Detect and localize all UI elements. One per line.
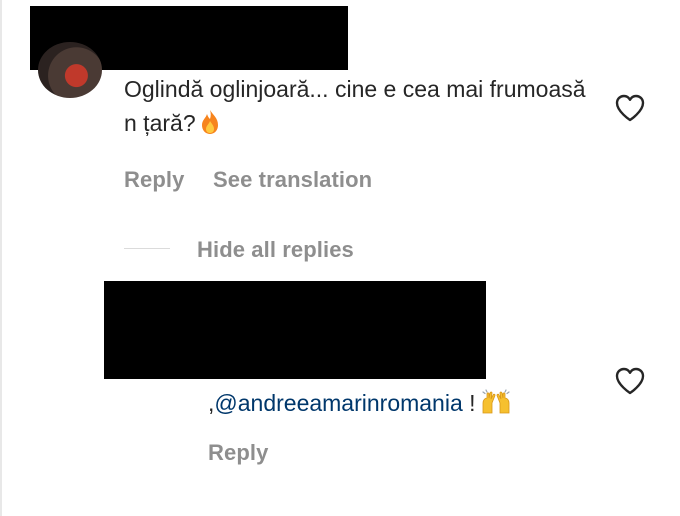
comment-body: Oglindă oglinjoară... cine e cea mai fru… (124, 72, 594, 144)
hide-replies-button[interactable]: Hide all replies (197, 237, 354, 263)
reply-like-heart-icon[interactable] (614, 366, 646, 401)
see-translation-button[interactable]: See translation (213, 167, 372, 193)
reply-suffix: ! (462, 390, 476, 416)
like-heart-icon[interactable] (614, 93, 646, 128)
reply-reply-button[interactable]: Reply (208, 440, 268, 466)
avatar[interactable] (38, 42, 102, 98)
comments-panel: Oglindă oglinjoară... cine e cea mai fru… (0, 0, 680, 516)
comment-text: Oglindă oglinjoară... cine e cea mai fru… (124, 76, 586, 136)
reply-body: ,@andreeamarinromania ! (208, 386, 512, 424)
redacted-reply-author (104, 281, 486, 379)
fire-emoji-icon (200, 109, 220, 144)
mention-link[interactable]: @andreeamarinromania (214, 390, 462, 416)
reply-button[interactable]: Reply (124, 167, 184, 193)
raising-hands-emoji-icon (480, 389, 512, 424)
replies-divider (124, 248, 170, 249)
